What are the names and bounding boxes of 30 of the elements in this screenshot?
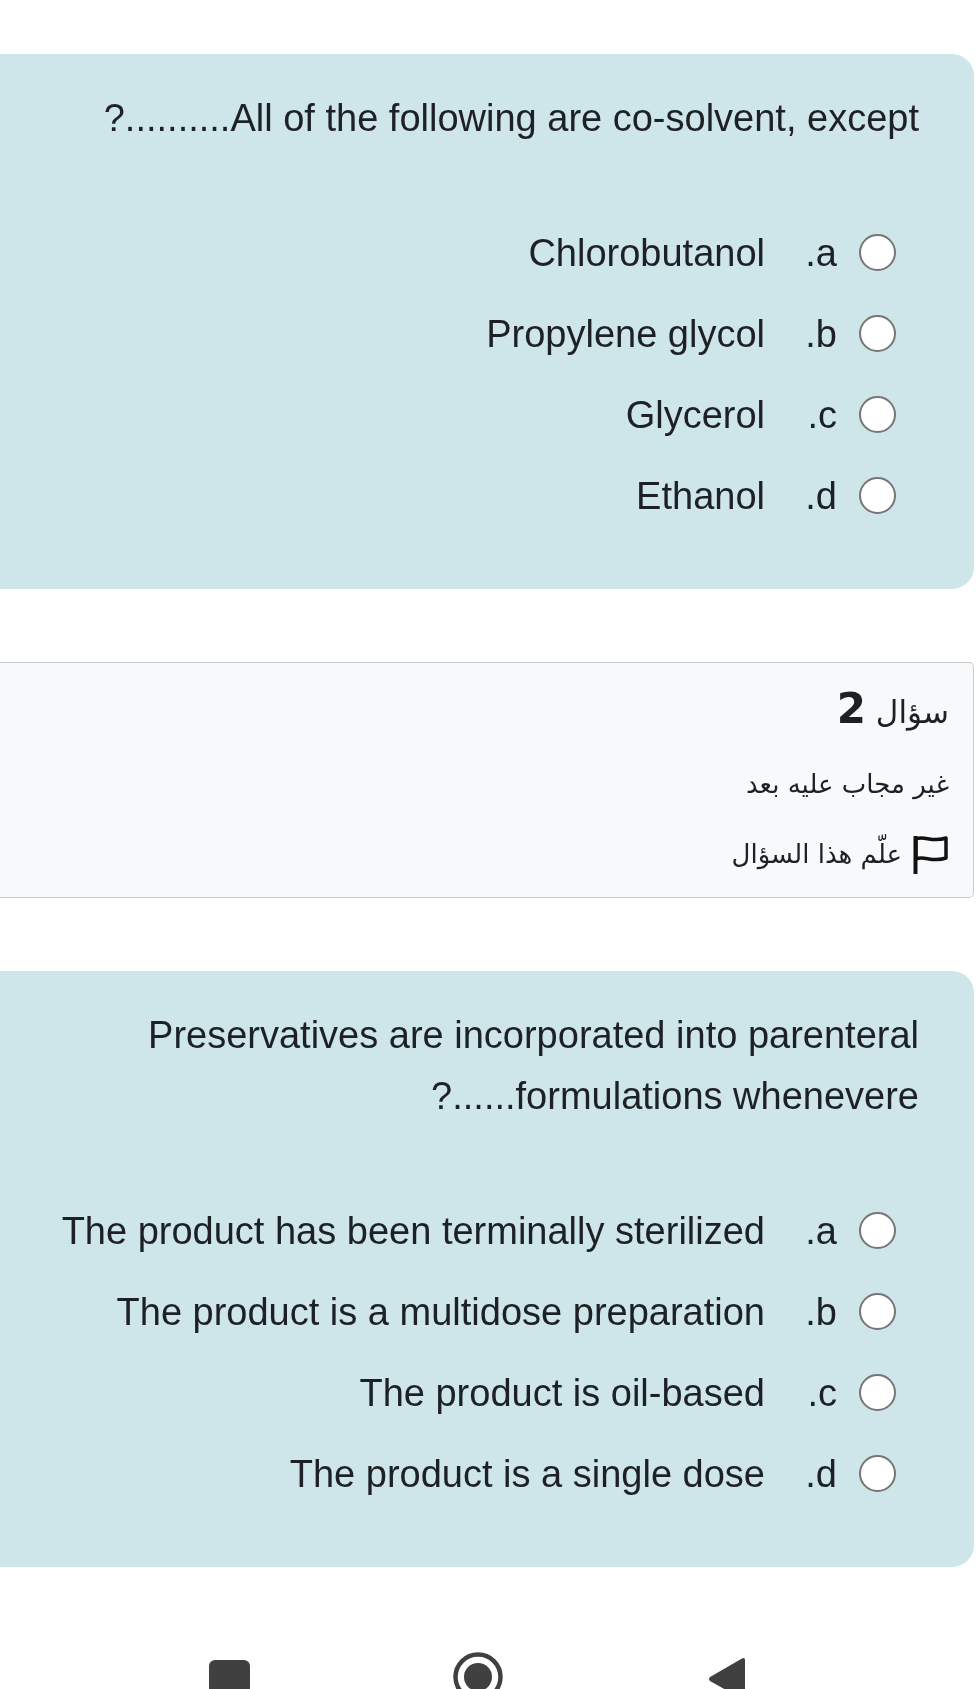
option-label: Glycerol xyxy=(625,392,765,438)
option-label: Propylene glycol xyxy=(486,311,765,357)
radio-button[interactable] xyxy=(859,396,896,433)
question-status: غير مجاب عليه بعد xyxy=(745,768,949,802)
option-label: The product has been terminally sterilized xyxy=(61,1208,765,1254)
radio-button[interactable] xyxy=(859,315,896,352)
triangle-icon[interactable] xyxy=(708,1657,745,1689)
question-text: Preservatives are incorporated into parenteral ?......formulations whenevere xyxy=(148,1013,919,1119)
radio-button[interactable] xyxy=(859,477,896,514)
option-letter: .b xyxy=(805,1289,837,1335)
option-letter: .a xyxy=(805,1208,837,1254)
radio-button[interactable] xyxy=(859,1293,896,1330)
question-text: ?..........All of the following are co-solvent, except xyxy=(103,96,919,141)
radio-button[interactable] xyxy=(859,1374,896,1411)
option-letter: .a xyxy=(805,230,837,276)
option-label: Ethanol xyxy=(636,473,765,519)
option-letter: .c xyxy=(806,1370,837,1416)
option-label: The product is oil-based xyxy=(359,1370,765,1416)
flag-question-link[interactable]: علّم هذا السؤال xyxy=(731,829,949,879)
option-label: The product is a multidose preparation xyxy=(116,1289,765,1335)
flag-icon[interactable] xyxy=(912,834,949,874)
option-letter: .d xyxy=(805,473,837,519)
radio-button[interactable] xyxy=(859,1455,896,1492)
option-letter: .c xyxy=(806,392,837,438)
radio-button[interactable] xyxy=(859,234,896,271)
option-letter: .d xyxy=(805,1451,837,1497)
option-letter: .b xyxy=(805,311,837,357)
option-label: The product is a single dose xyxy=(289,1451,765,1497)
option-label: Chlorobutanol xyxy=(528,230,765,276)
radio-button[interactable] xyxy=(859,1212,896,1249)
